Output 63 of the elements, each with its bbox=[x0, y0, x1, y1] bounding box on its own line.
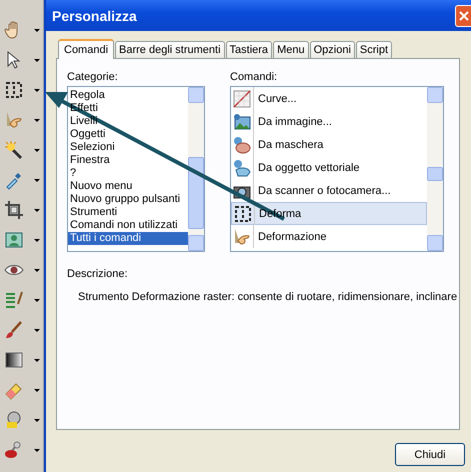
description-label: Descrizione: bbox=[67, 267, 129, 281]
curve-graph-icon bbox=[232, 88, 252, 108]
caret-icon bbox=[34, 388, 40, 392]
close-button[interactable] bbox=[455, 4, 471, 26]
description-text: Strumento Deformazione raster: consente di ruotare, ridimensionare, inclinare bbox=[78, 290, 458, 304]
list-item[interactable]: Da immagine... bbox=[231, 110, 427, 133]
layer-brush-icon bbox=[4, 290, 24, 310]
paintbrush-icon bbox=[4, 320, 24, 340]
vector-shape-icon bbox=[232, 158, 252, 178]
list-item[interactable]: Curve... bbox=[231, 87, 427, 110]
mask-icon bbox=[232, 134, 252, 154]
list-label: Comandi: bbox=[230, 70, 278, 84]
list-item[interactable]: Regola bbox=[68, 89, 188, 102]
caret-icon bbox=[34, 28, 40, 32]
list-item[interactable]: Nuovo gruppo pulsanti bbox=[68, 193, 188, 206]
caret-icon bbox=[34, 418, 40, 422]
caret-icon bbox=[34, 58, 40, 62]
caret-icon bbox=[34, 148, 40, 152]
caret-icon bbox=[34, 208, 40, 212]
caret-icon bbox=[34, 268, 40, 272]
list-item[interactable]: Selezioni bbox=[68, 141, 188, 154]
landscape-icon bbox=[232, 112, 252, 132]
selection-icon bbox=[4, 80, 24, 100]
caret-icon bbox=[34, 328, 40, 332]
gradient-icon bbox=[4, 350, 24, 370]
magic-wand-icon bbox=[4, 140, 24, 160]
close-icon bbox=[458, 10, 468, 20]
list-item[interactable]: Nuovo menu bbox=[68, 180, 188, 193]
caret-icon bbox=[34, 298, 40, 302]
eyedropper-icon bbox=[4, 170, 24, 190]
tab[interactable]: Comandi bbox=[58, 39, 114, 59]
list-item[interactable]: Da oggetto vettoriale bbox=[231, 156, 427, 179]
caret-icon bbox=[34, 448, 40, 452]
selection-icon bbox=[233, 204, 253, 224]
list-item[interactable]: Strumenti bbox=[68, 206, 188, 219]
list-item[interactable]: Livelli bbox=[68, 115, 188, 128]
window-title: Personalizza bbox=[52, 8, 137, 24]
list-item[interactable]: Oggetti bbox=[68, 128, 188, 141]
picture-icon bbox=[4, 230, 24, 250]
list-item[interactable]: ? bbox=[68, 167, 188, 180]
tab[interactable]: Barre degli strumenti bbox=[115, 41, 225, 58]
caret-icon bbox=[34, 178, 40, 182]
list-item[interactable]: Tutti i comandi bbox=[68, 232, 188, 245]
tab[interactable]: Opzioni bbox=[310, 41, 355, 58]
caret-icon bbox=[34, 358, 40, 362]
list-item[interactable]: Da maschera bbox=[231, 133, 427, 156]
caret-icon bbox=[34, 118, 40, 122]
pointing-hand-icon bbox=[4, 110, 24, 130]
tab[interactable]: Tastiera bbox=[226, 41, 272, 58]
tab[interactable]: Script bbox=[356, 41, 392, 58]
list-item[interactable]: Da scanner o fotocamera... bbox=[231, 179, 427, 202]
scrollbar[interactable] bbox=[188, 87, 204, 251]
crop-icon bbox=[4, 200, 24, 220]
tab[interactable]: Menu bbox=[273, 41, 309, 58]
list-label: Categorie: bbox=[67, 70, 119, 84]
close-button[interactable]: Chiudi bbox=[395, 443, 465, 466]
scrollbar[interactable] bbox=[427, 87, 443, 251]
caret-icon bbox=[34, 88, 40, 92]
list-item[interactable]: Deformazione bbox=[231, 225, 427, 248]
list-item[interactable]: Comandi non utilizzati bbox=[68, 219, 188, 232]
list-item[interactable]: Finestra bbox=[68, 154, 188, 167]
caret-icon bbox=[34, 238, 40, 242]
pointing-hand-icon bbox=[232, 226, 252, 246]
